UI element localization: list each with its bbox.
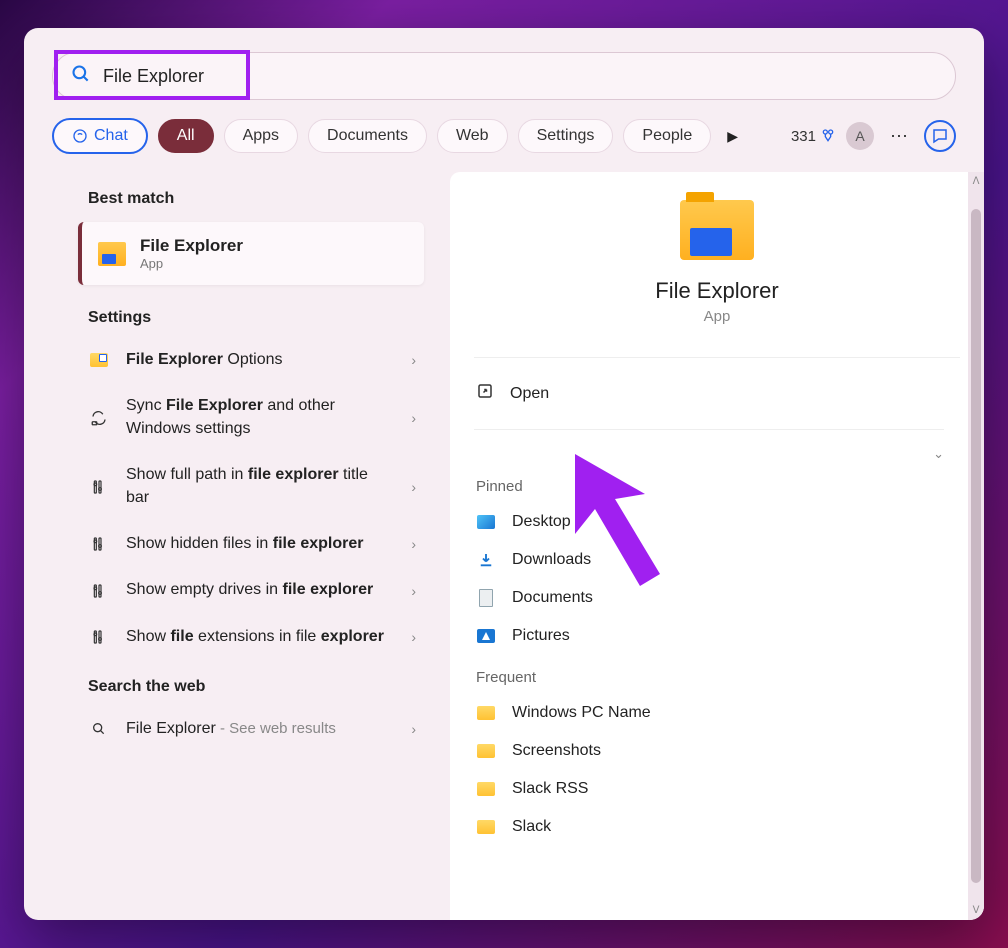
settings-item-text: Show file extensions in file explorer [126, 626, 395, 648]
chevron-right-icon: › [411, 536, 416, 552]
filter-apps[interactable]: Apps [224, 119, 298, 153]
settings-item-icon [88, 628, 110, 646]
scroll-down-icon[interactable]: ᐯ [973, 901, 980, 920]
web-result-text: File Explorer - See web results [126, 718, 395, 740]
frequent-label: Frequent [450, 655, 984, 694]
pinned-item-icon [476, 626, 496, 646]
frequent-item-label: Slack RSS [512, 780, 588, 798]
pinned-item-label: Desktop [512, 513, 571, 531]
preview-pane: ᐱ ᐯ File Explorer App Open ⌄ Pinned [450, 172, 984, 920]
open-label: Open [510, 385, 549, 403]
settings-item-text: Show full path in file explorer title ba… [126, 464, 395, 509]
file-explorer-icon [98, 242, 126, 266]
web-result[interactable]: File Explorer - See web results › [42, 706, 434, 752]
search-icon [88, 721, 110, 737]
filter-all[interactable]: All [158, 119, 214, 153]
scroll-thumb[interactable] [971, 209, 981, 883]
frequent-item-label: Screenshots [512, 742, 601, 760]
settings-item-icon [88, 535, 110, 553]
folder-icon [476, 817, 496, 837]
pinned-item[interactable]: Pictures [450, 617, 984, 655]
settings-item-text: Show hidden files in file explorer [126, 533, 395, 555]
chevron-right-icon: › [411, 410, 416, 426]
pinned-item[interactable]: Desktop [450, 503, 984, 541]
app-hero: File Explorer App [450, 172, 984, 343]
best-match-subtitle: App [140, 256, 243, 271]
settings-result[interactable]: Show hidden files in file explorer › [42, 521, 434, 567]
folder-icon [476, 741, 496, 761]
settings-result[interactable]: File Explorer Options › [42, 337, 434, 383]
results-column: Best match File Explorer App Settings Fi… [24, 168, 444, 920]
rewards-points[interactable]: 331 [791, 128, 836, 145]
pinned-item-label: Documents [512, 589, 593, 607]
frequent-item[interactable]: Slack RSS [450, 770, 984, 808]
user-avatar[interactable]: A [846, 122, 874, 150]
filter-row: Chat All Apps Documents Web Settings Peo… [24, 106, 984, 168]
pinned-item[interactable]: Documents [450, 579, 984, 617]
folder-icon [476, 703, 496, 723]
pinned-item[interactable]: Downloads [450, 541, 984, 579]
filter-settings[interactable]: Settings [518, 119, 614, 153]
open-icon [476, 382, 494, 405]
settings-item-icon [88, 353, 110, 367]
search-icon [71, 64, 91, 89]
pinned-item-icon [476, 550, 496, 570]
settings-item-text: File Explorer Options [126, 349, 395, 371]
main-area: Best match File Explorer App Settings Fi… [24, 168, 984, 920]
filter-people[interactable]: People [623, 119, 711, 153]
search-bar-container [24, 28, 984, 106]
frequent-item[interactable]: Screenshots [450, 732, 984, 770]
hero-subtitle: App [704, 308, 731, 325]
settings-result[interactable]: Sync File Explorer and other Windows set… [42, 383, 434, 452]
frequent-item[interactable]: Windows PC Name [450, 694, 984, 732]
settings-item-icon [88, 478, 110, 496]
file-explorer-icon [680, 200, 754, 260]
settings-result[interactable]: Show full path in file explorer title ba… [42, 452, 434, 521]
settings-item-icon [88, 582, 110, 600]
expand-actions[interactable]: ⌄ [450, 444, 984, 464]
best-match-result[interactable]: File Explorer App [78, 222, 424, 285]
open-action[interactable]: Open [450, 372, 984, 415]
scrollbar[interactable]: ᐱ ᐯ [968, 172, 984, 920]
pinned-item-icon [476, 512, 496, 532]
hero-title: File Explorer [655, 278, 778, 304]
scroll-up-icon[interactable]: ᐱ [973, 172, 980, 191]
settings-item-icon [88, 409, 110, 427]
chevron-right-icon: › [411, 629, 416, 645]
filter-documents[interactable]: Documents [308, 119, 427, 153]
frequent-item-label: Slack [512, 818, 551, 836]
best-match-label: Best match [42, 172, 434, 218]
play-icon[interactable]: ▶ [721, 128, 744, 145]
frequent-item-label: Windows PC Name [512, 704, 651, 722]
search-bar[interactable] [52, 52, 956, 100]
search-input[interactable] [103, 66, 937, 87]
filter-web[interactable]: Web [437, 119, 508, 153]
settings-label: Settings [42, 291, 434, 337]
search-web-label: Search the web [42, 660, 434, 706]
windows-search-panel: Chat All Apps Documents Web Settings Peo… [24, 28, 984, 920]
chevron-down-icon: ⌄ [933, 446, 944, 462]
chevron-right-icon: › [411, 583, 416, 599]
pinned-item-label: Pictures [512, 627, 570, 645]
bing-chat-icon[interactable] [924, 120, 956, 152]
settings-item-text: Sync File Explorer and other Windows set… [126, 395, 395, 440]
frequent-item[interactable]: Slack [450, 808, 984, 846]
chevron-right-icon: › [411, 352, 416, 368]
more-icon[interactable]: ⋯ [884, 126, 914, 147]
settings-result[interactable]: Show empty drives in file explorer › [42, 567, 434, 613]
pinned-item-icon [476, 588, 496, 608]
best-match-title: File Explorer [140, 236, 243, 256]
settings-result[interactable]: Show file extensions in file explorer › [42, 614, 434, 660]
filter-chat[interactable]: Chat [52, 118, 148, 154]
pinned-label: Pinned [450, 464, 984, 503]
chevron-right-icon: › [411, 721, 416, 737]
settings-item-text: Show empty drives in file explorer [126, 579, 395, 601]
chevron-right-icon: › [411, 479, 416, 495]
folder-icon [476, 779, 496, 799]
pinned-item-label: Downloads [512, 551, 591, 569]
filter-chat-label: Chat [94, 127, 128, 145]
